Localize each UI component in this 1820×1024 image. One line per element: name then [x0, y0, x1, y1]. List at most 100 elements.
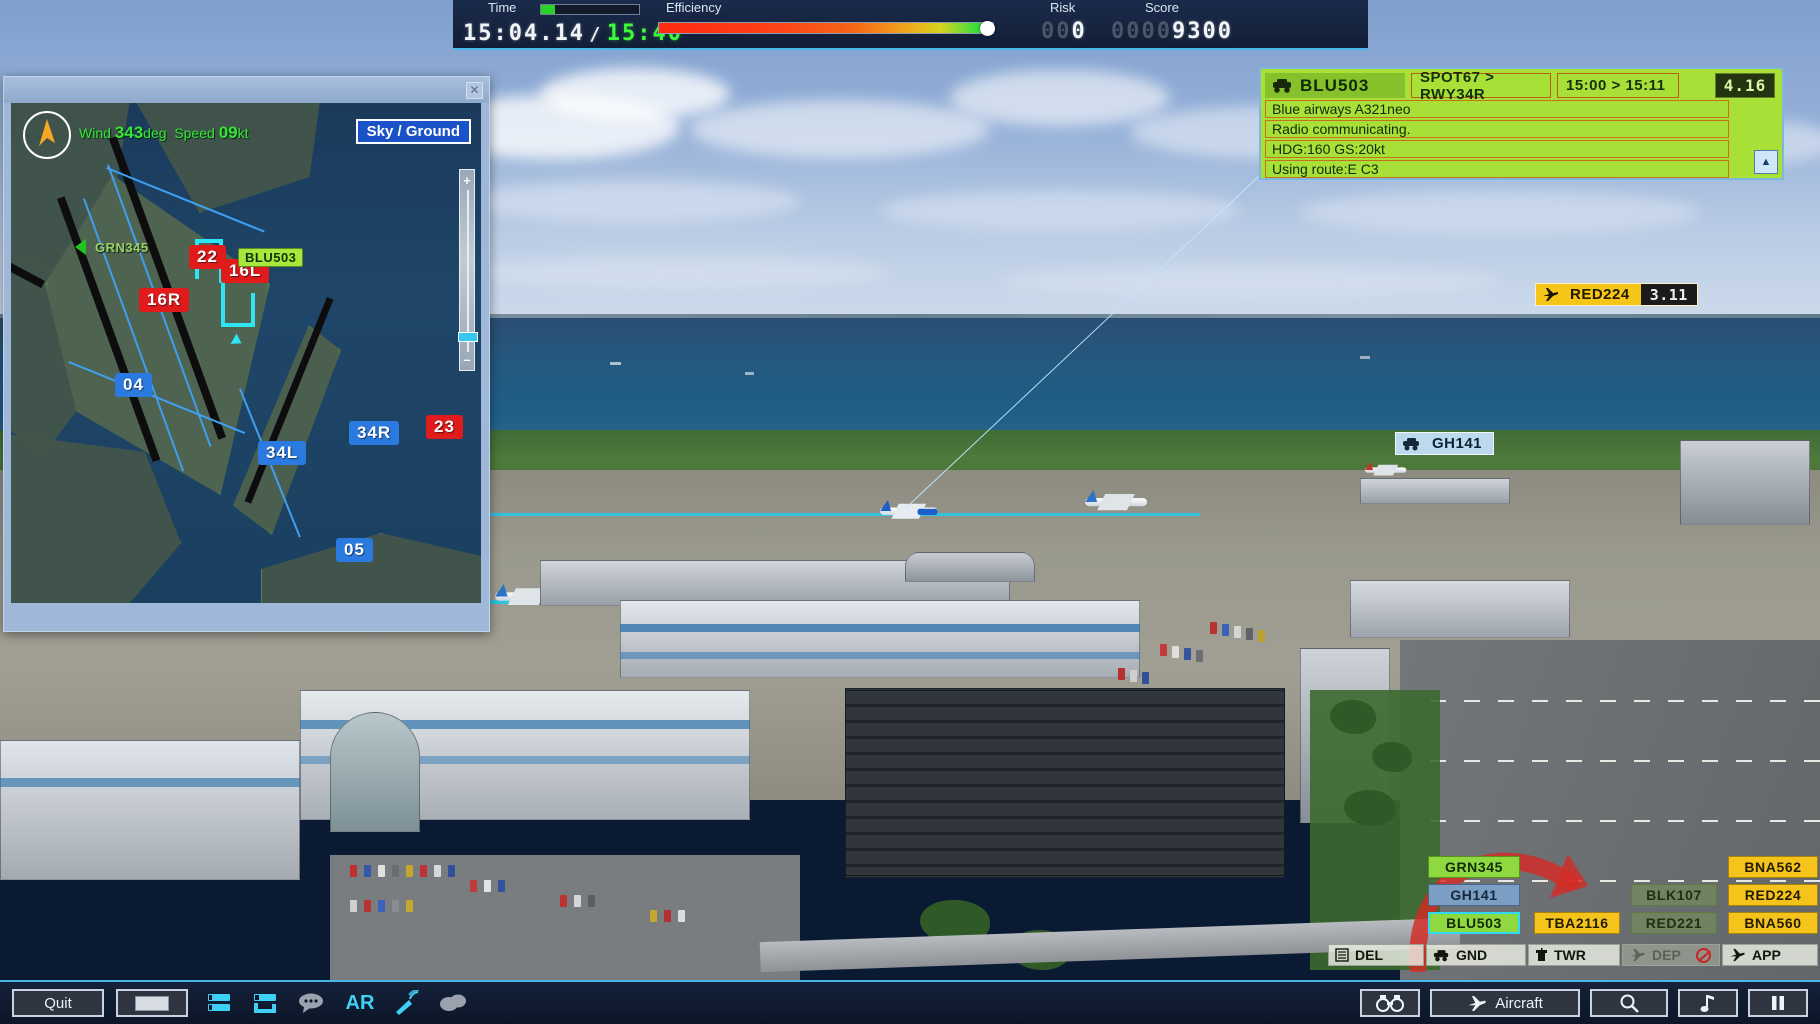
wind-compass [23, 111, 71, 159]
departure-icon [1630, 948, 1645, 962]
map-zoom-slider[interactable]: + – [458, 169, 478, 371]
clock-current: 15:04.14 [463, 21, 585, 46]
tab-label: GND [1456, 947, 1488, 963]
strip-red221[interactable]: RED221 [1631, 912, 1717, 934]
strips-icon[interactable] [202, 989, 236, 1017]
airplane-icon [1468, 995, 1486, 1011]
vehicle-icon [1396, 437, 1421, 451]
flight-strip-board[interactable]: GRN345 GH141 BLU503 TBA2116 BLK107 RED22… [1328, 856, 1820, 966]
efficiency-label: Efficiency [666, 0, 722, 15]
clock-separator: / [589, 24, 603, 45]
wind-readout: Wind 343deg Speed 09kt [79, 123, 249, 143]
score-leading-zeros: 0000 [1111, 19, 1172, 44]
map-title-bar[interactable] [4, 77, 489, 103]
status-hud-bar: Time Efficiency Risk Score 15:04.14 / 15… [453, 0, 1368, 50]
radar-dish-icon[interactable] [390, 989, 424, 1017]
info-callsign: BLU503 [1300, 75, 1370, 95]
tab-label: DEP [1652, 947, 1681, 963]
aircraft-info-panel[interactable]: BLU503 SPOT67 > RWY34R 15:00 > 15:11 4.1… [1259, 67, 1784, 180]
zoom-thumb[interactable] [458, 332, 478, 342]
map-label-blu503[interactable]: BLU503 [238, 248, 304, 267]
wind-value: 343 [114, 123, 144, 142]
weather-cloud-icon[interactable] [436, 989, 470, 1017]
map-selected-route [251, 293, 255, 327]
window-toggle-button[interactable] [116, 989, 188, 1017]
risk-leading-zeros: 00 [1041, 19, 1072, 44]
map-aircraft-grn345[interactable] [75, 239, 86, 255]
tab-del[interactable]: DEL [1328, 944, 1424, 966]
map-runway-tag-05[interactable]: 05 [336, 538, 373, 562]
map-runway-tag-34L[interactable]: 34L [258, 441, 307, 465]
vehicle-icon [1273, 79, 1291, 93]
strip-bna560[interactable]: BNA560 [1728, 912, 1818, 934]
sky-ground-toggle[interactable]: Sky / Ground [355, 119, 471, 144]
map-selected-route [221, 279, 225, 327]
bottom-toolbar: Quit AR Aircraft [0, 980, 1820, 1024]
zoom-track [467, 190, 469, 352]
radar-map-window[interactable]: ✕ 22 16L 16R 04 23 34L 34R 05 GRN345 BLU… [3, 76, 490, 632]
chat-icon[interactable] [294, 989, 328, 1017]
aircraft-button[interactable]: Aircraft [1430, 989, 1580, 1017]
tab-app[interactable]: APP [1722, 944, 1818, 966]
tab-label: DEL [1355, 947, 1383, 963]
time-progress-bar [540, 4, 640, 15]
quit-button[interactable]: Quit [12, 989, 104, 1017]
strip-tab-row: DEL GND TWR DEP APP [1328, 944, 1820, 966]
route-icon[interactable] [248, 989, 282, 1017]
ar-toggle[interactable]: AR [338, 989, 382, 1017]
zoom-out-icon[interactable]: – [460, 352, 474, 367]
callout-label: RED224 [1570, 286, 1630, 303]
info-line-heading-speed: HDG:160 GS:20kt [1265, 140, 1729, 158]
blocked-icon [1696, 948, 1711, 963]
strip-blk107[interactable]: BLK107 [1631, 884, 1717, 906]
map-runway-tag-34R[interactable]: 34R [349, 421, 400, 445]
map-label-grn345[interactable]: GRN345 [89, 239, 155, 256]
map-selected-route [221, 323, 255, 327]
zoom-in-icon[interactable]: + [460, 173, 474, 188]
close-icon[interactable]: ✕ [466, 82, 483, 99]
speed-unit: kt [237, 125, 249, 141]
info-time-chip: 15:00 > 15:11 [1557, 73, 1679, 98]
efficiency-knob [979, 21, 995, 36]
info-route-chip: SPOT67 > RWY34R [1411, 69, 1551, 103]
map-runway-tag-04[interactable]: 04 [115, 373, 152, 397]
info-line-route: Using route:E C3 [1265, 160, 1729, 178]
wind-label: Wind [79, 125, 111, 141]
collapse-panel-button[interactable]: ▲ [1754, 150, 1778, 174]
info-callsign-block[interactable]: BLU503 [1265, 73, 1405, 98]
search-icon[interactable] [1590, 989, 1668, 1017]
music-icon[interactable] [1678, 989, 1738, 1017]
score-value-display: 00009300 [1111, 19, 1233, 44]
window-icon [135, 995, 169, 1011]
atc-game-screen: Time Efficiency Risk Score 15:04.14 / 15… [0, 0, 1820, 1024]
map-runway-tag-23[interactable]: 23 [426, 415, 463, 439]
strip-tba2116[interactable]: TBA2116 [1534, 912, 1620, 934]
vehicle-icon [1433, 949, 1449, 961]
risk-value-display: 000 [1041, 19, 1087, 44]
strip-gh141[interactable]: GH141 [1428, 884, 1520, 906]
strip-red224[interactable]: RED224 [1728, 884, 1818, 906]
taxiway-centerline [430, 513, 1200, 516]
callout-gh141[interactable]: GH141 [1395, 432, 1495, 455]
binoculars-icon[interactable] [1360, 989, 1420, 1017]
speed-value: 09 [218, 123, 238, 142]
tab-gnd[interactable]: GND [1426, 944, 1526, 966]
score-value: 9300 [1171, 19, 1233, 44]
risk-value: 0 [1071, 19, 1087, 44]
info-countdown-timer: 4.16 [1715, 73, 1775, 98]
strip-list-icon [1335, 948, 1349, 962]
airplane-icon [1536, 287, 1559, 302]
tab-twr[interactable]: TWR [1528, 944, 1620, 966]
aircraft-button-label: Aircraft [1495, 994, 1543, 1012]
map-canvas[interactable]: 22 16L 16R 04 23 34L 34R 05 GRN345 BLU50… [11, 103, 481, 603]
strip-bna562[interactable]: BNA562 [1728, 856, 1818, 878]
wind-unit: deg [143, 125, 167, 141]
map-runway-tag-16R[interactable]: 16R [139, 288, 190, 312]
approach-icon [1730, 948, 1745, 962]
strip-blu503[interactable]: BLU503 [1428, 912, 1520, 934]
strip-grn345[interactable]: GRN345 [1428, 856, 1520, 878]
score-label: Score [1145, 0, 1179, 15]
pause-icon[interactable] [1748, 989, 1808, 1017]
tab-dep[interactable]: DEP [1622, 944, 1720, 966]
callout-red224[interactable]: RED224 3.11 [1535, 283, 1698, 306]
